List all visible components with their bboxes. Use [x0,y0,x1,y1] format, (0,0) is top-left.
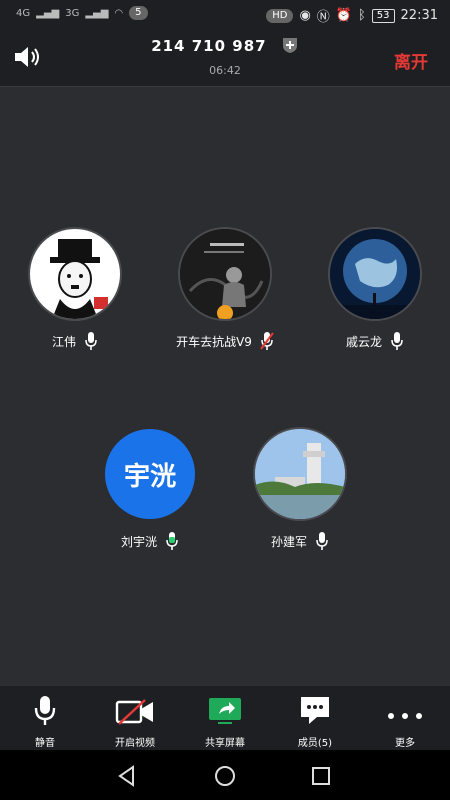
more-dots-icon [388,713,422,719]
share-screen-label: 共享屏幕 [205,738,245,749]
video-off-icon [115,699,153,725]
participant-tile[interactable]: 孙建军 [240,427,360,551]
shield-icon[interactable] [281,36,299,54]
dark-portrait-avatar [178,227,272,321]
network-indicator-2: 3G [65,7,80,19]
more-label: 更多 [395,738,415,749]
start-video-label: 开启视频 [115,738,155,749]
share-screen-button[interactable]: 共享屏幕 [180,692,270,749]
nfc-icon: Ⓝ [316,10,330,25]
signal-icon-2: ▂▄▆ [85,7,109,19]
notification-badge: 5 [129,6,148,20]
participant-name: 刘宇洸 [120,534,157,549]
participant-name: 江伟 [51,334,76,349]
host-icon [217,305,233,319]
system-nav-bar [0,750,450,800]
meeting-id[interactable]: 214 710 987 [0,36,450,55]
building-photo-avatar [253,427,347,521]
wifi-icon: ◠ [114,7,124,19]
participant-tile[interactable]: 宇洸 刘宇洸 [90,427,210,551]
meeting-header: 214 710 987 06:42 离开 [0,30,450,86]
participant-name: 孙建军 [270,534,307,549]
signal-icon: ▂▄▆ [36,7,60,19]
microphone-icon [85,332,97,350]
meeting-id-text: 214 710 987 [151,37,267,55]
leave-button[interactable]: 离开 [394,48,428,73]
back-icon[interactable] [116,765,138,787]
members-button[interactable]: 成员(5) [270,692,360,749]
earth-avatar [328,227,422,321]
avatar: 宇洸 [103,427,197,521]
more-button[interactable]: 更多 [360,692,450,749]
chat-bubble-icon [301,697,329,724]
battery-indicator: 53 [371,8,395,23]
hd-badge: HD [266,8,294,23]
participant-name: 开车去抗战V9 [176,334,252,349]
status-bar: 4G ▂▄▆ 3G ▂▄▆ ◠ 5 HD ◉ Ⓝ ⏰ ᛒ 53 22:31 [0,0,450,30]
mute-label: 静音 [35,738,55,749]
members-label: 成员(5) [297,738,333,749]
participant-tile[interactable]: 江伟 [15,227,135,351]
microphone-icon [316,532,328,550]
microphone-icon [34,696,56,725]
start-video-button[interactable]: 开启视频 [90,692,180,749]
header-divider [0,86,450,87]
bluetooth-icon: ᛒ [357,8,366,23]
clock: 22:31 [400,8,438,23]
participant-tile[interactable]: 戚云龙 [315,227,435,351]
participant-tile[interactable]: 开车去抗战V9 [165,227,285,351]
microphone-icon [391,332,403,350]
network-indicator: 4G [16,7,31,19]
microphone-speaking-icon [166,532,178,550]
microphone-muted-icon [260,332,274,350]
alarm-icon: ⏰ [335,8,352,23]
mute-button[interactable]: 静音 [0,692,90,749]
meeting-toolbar: 静音 开启视频 共享屏幕 成员(5) 更多 [0,686,450,750]
charlie-chaplin-avatar [28,227,122,321]
meeting-duration: 06:42 [209,64,241,77]
recent-apps-icon[interactable] [310,765,332,787]
home-icon[interactable] [214,765,236,787]
share-screen-icon [209,698,241,724]
participant-name: 戚云龙 [345,334,382,349]
avatar-initials: 宇洸 [123,461,176,492]
eye-icon: ◉ [299,8,311,23]
